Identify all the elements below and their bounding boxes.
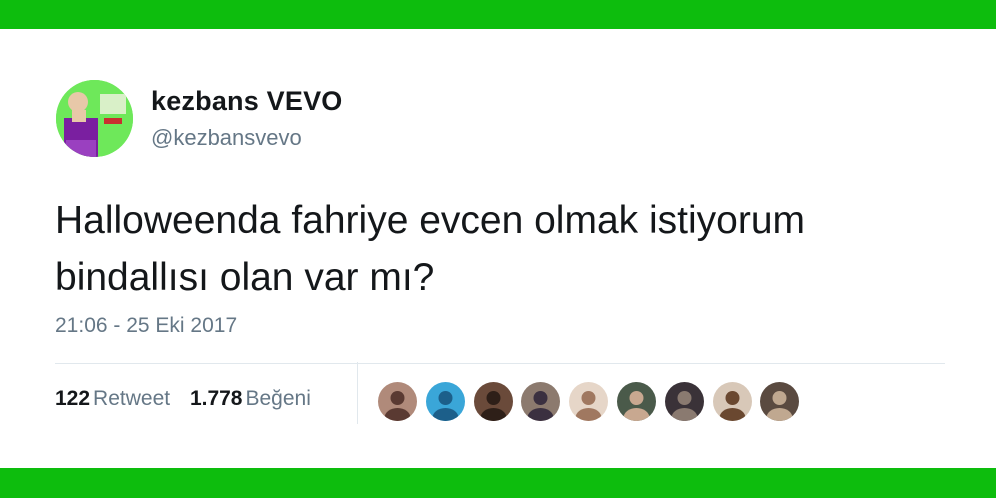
tweet-text-line: Halloweenda fahriye evcen olmak istiyoru…: [55, 199, 806, 242]
user-avatar[interactable]: [56, 80, 133, 157]
retweet-stat[interactable]: 122 Retweet: [55, 387, 170, 411]
top-green-band: [0, 0, 996, 29]
profile-photo-icon: [56, 80, 133, 157]
person-photo-icon: [719, 391, 746, 421]
liker-avatar-9[interactable]: [760, 382, 800, 421]
liker-avatar-1[interactable]: [378, 382, 417, 421]
person-photo-icon: [766, 391, 793, 421]
liker-avatar-7[interactable]: [664, 382, 704, 421]
stats-divider: [357, 362, 358, 424]
person-photo-icon: [623, 391, 650, 421]
liker-avatar-6[interactable]: [617, 382, 656, 421]
tweet-text: Halloweenda fahriye evcen olmak istiyoru…: [55, 192, 955, 306]
bottom-green-band: [0, 468, 996, 498]
liker-avatar-3[interactable]: [473, 382, 513, 421]
tweet-text-line: bindallısı olan var mı?: [55, 256, 435, 299]
liker-avatar-4[interactable]: [521, 382, 561, 421]
tweet-stats: 122 Retweet 1.778 Beğeni: [55, 387, 325, 411]
person-photo-icon: [575, 391, 602, 421]
tweet-card: kezbans VEVO @kezbansvevo Halloweenda fa…: [0, 29, 996, 468]
retweet-count: 122: [55, 387, 91, 410]
person-photo-icon: [671, 391, 698, 421]
person-photo-icon: [384, 391, 411, 421]
like-count: 1.778: [189, 387, 243, 410]
like-stat[interactable]: 1.778 Beğeni: [190, 387, 311, 411]
liker-avatar-2[interactable]: [425, 382, 465, 421]
like-label: Beğeni: [245, 387, 311, 410]
retweet-label: Retweet: [93, 387, 171, 410]
person-photo-icon: [432, 391, 459, 421]
liker-avatar-5[interactable]: [569, 382, 609, 421]
divider: [55, 363, 945, 364]
user-handle[interactable]: @kezbansvevo: [151, 125, 302, 151]
tweet-timestamp[interactable]: 21:06 - 25 Eki 2017: [55, 314, 237, 338]
liker-avatar-8[interactable]: [712, 382, 752, 421]
person-photo-icon: [480, 391, 507, 421]
display-name[interactable]: kezbans VEVO: [151, 86, 342, 117]
person-photo-icon: [527, 391, 554, 421]
